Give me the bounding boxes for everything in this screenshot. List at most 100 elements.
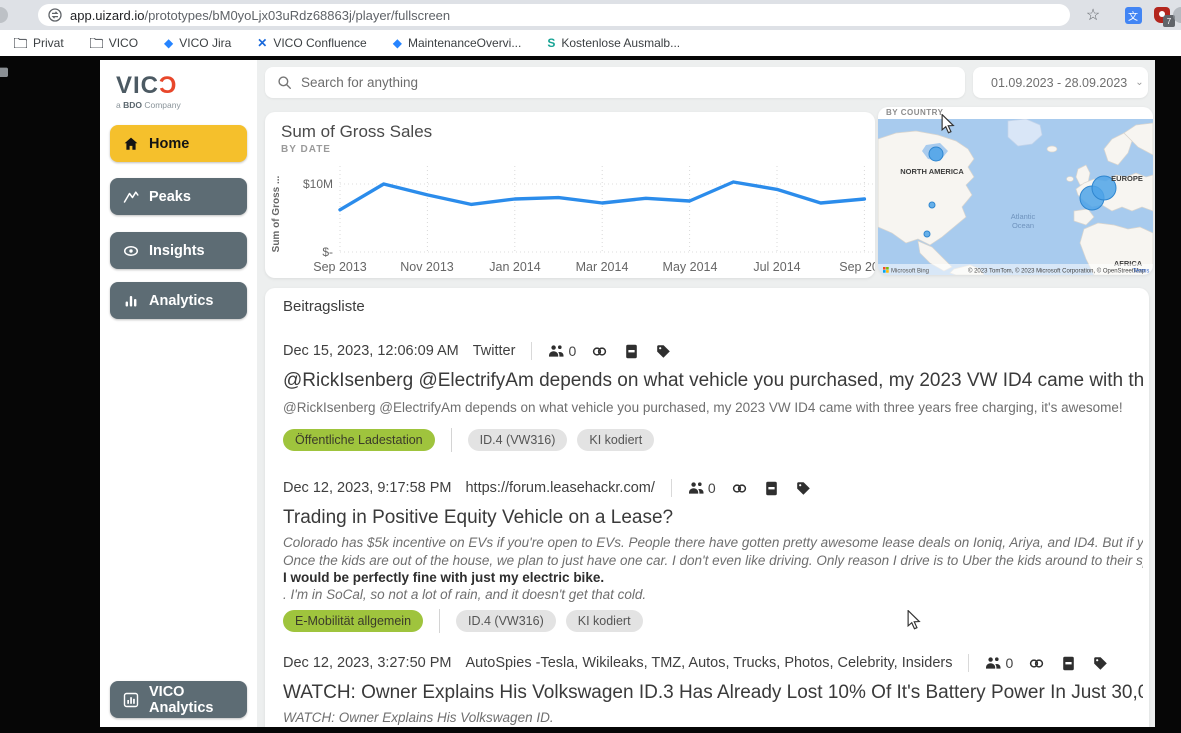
link-icon[interactable]: [731, 480, 748, 497]
reach-count: 0: [708, 478, 716, 498]
xtick: Jul 2014: [753, 260, 800, 274]
post-body-line: I would be perfectly fine with just my e…: [283, 569, 1143, 586]
date-range-picker[interactable]: 01.09.2023 - 28.09.2023 ⌄: [973, 67, 1148, 98]
book-icon[interactable]: [1060, 655, 1077, 672]
link-icon[interactable]: [591, 343, 608, 360]
post-source[interactable]: Twitter: [473, 341, 516, 361]
post-item: Dec 15, 2023, 12:06:09 AM Twitter 0 @Ric…: [283, 341, 1143, 452]
tag-icon[interactable]: [795, 480, 812, 497]
sidebar-item-analytics[interactable]: Analytics: [110, 282, 247, 319]
users-icon: [548, 343, 565, 360]
post-title[interactable]: @RickIsenberg @ElectrifyAm depends on wh…: [283, 369, 1143, 393]
map-terms-link[interactable]: Terms: [1133, 269, 1149, 275]
map-region-label: NORTH AMERICA: [900, 167, 964, 176]
svg-text:Microsoft Bing: Microsoft Bing: [891, 269, 929, 275]
bookmark-maintenance-overview[interactable]: ◆ MaintenanceOvervi...: [393, 36, 522, 50]
map-bubble-canada[interactable]: [929, 147, 943, 161]
analytics-board-icon: [123, 692, 139, 708]
map-bubble-united-states[interactable]: [929, 202, 935, 208]
post-title[interactable]: Trading in Positive Equity Vehicle on a …: [283, 506, 1143, 530]
bookmark-vico-confluence[interactable]: ✕ VICO Confluence: [257, 36, 366, 50]
search-bar: [265, 67, 965, 98]
tag-pill[interactable]: ID.4 (VW316): [468, 429, 568, 451]
post-list-card: Beitragsliste Dec 15, 2023, 12:06:09 AM …: [265, 288, 1149, 727]
peaks-icon: [123, 189, 139, 205]
screen: app.uizard.io/prototypes/bM0yoLjx03uRdz6…: [0, 0, 1181, 733]
post-source[interactable]: AutoSpies -Tesla, Wikileaks, TMZ, Autos,…: [465, 653, 952, 673]
users-icon: [688, 480, 705, 497]
reach-indicator: 0: [548, 341, 576, 361]
map-attribution: © 2023 TomTom, © 2023 Microsoft Corporat…: [968, 268, 1146, 275]
tag-icon[interactable]: [655, 343, 672, 360]
sidebar-item-home[interactable]: Home: [110, 125, 247, 162]
ocean-label: Atlantic: [1011, 212, 1036, 221]
map-label: BY COUNTRY: [886, 108, 943, 117]
reach-count: 0: [568, 341, 576, 361]
tag-icon[interactable]: [1092, 655, 1109, 672]
country-map[interactable]: BY COUNTRY: [878, 107, 1153, 275]
post-title[interactable]: WATCH: Owner Explains His Volkswagen ID.…: [283, 681, 1143, 705]
xtick: Mar 2014: [576, 260, 629, 274]
eye-icon: [123, 243, 139, 259]
bookmark-star-icon[interactable]: ☆: [1083, 5, 1103, 25]
address-bar[interactable]: app.uizard.io/prototypes/bM0yoLjx03uRdz6…: [38, 4, 1070, 26]
post-body-line: . I'm in SoCal, so not a lot of rain, an…: [283, 586, 1143, 603]
chart-title: Sum of Gross Sales: [281, 122, 432, 142]
map-bubble-mexico[interactable]: [924, 231, 930, 237]
link-icon[interactable]: [1028, 655, 1045, 672]
extension-icon[interactable]: 7: [1152, 5, 1172, 25]
book-icon[interactable]: [763, 480, 780, 497]
tag-pill[interactable]: KI kodiert: [566, 610, 643, 632]
ylabel: Sum of Gross ...: [271, 175, 282, 252]
post-tags: Öffentliche Ladestation ID.4 (VW316) KI …: [283, 428, 1143, 452]
xtick: Jan 2014: [489, 260, 540, 274]
post-date: Dec 12, 2023, 9:17:58 PM: [283, 478, 451, 498]
divider: [968, 654, 969, 672]
reach-count: 0: [1005, 653, 1013, 673]
sidebar-item-peaks[interactable]: Peaks: [110, 178, 247, 215]
post-source[interactable]: https://forum.leasehackr.com/: [465, 478, 654, 498]
xtick: Sep 2013: [313, 260, 367, 274]
post-body-line: WATCH: Owner Explains His Volkswagen ID.: [283, 709, 1143, 726]
bookmark-vico-jira[interactable]: ◆ VICO Jira: [164, 36, 231, 50]
post-date: Dec 15, 2023, 12:06:09 AM: [283, 341, 459, 361]
translate-extension-icon[interactable]: 文: [1123, 5, 1143, 25]
tag-pill[interactable]: KI kodiert: [577, 429, 654, 451]
tag-pill-green[interactable]: E-Mobilität allgemein: [283, 610, 423, 632]
bookmark-vico[interactable]: VICO: [90, 36, 138, 50]
folder-icon: [90, 38, 103, 48]
url-text: app.uizard.io/prototypes/bM0yoLjx03uRdz6…: [70, 8, 450, 23]
bookmark-kostenlose[interactable]: S Kostenlose Ausmalb...: [547, 36, 680, 50]
sidebar-item-vico-analytics[interactable]: VICO Analytics: [110, 681, 247, 718]
post-meta: Dec 12, 2023, 3:27:50 PM AutoSpies -Tesl…: [283, 653, 1143, 673]
ocean-label: Ocean: [1012, 221, 1034, 230]
ytick-0: $-: [322, 245, 333, 259]
tag-pill[interactable]: ID.4 (VW316): [456, 610, 556, 632]
post-item: Dec 12, 2023, 9:17:58 PM https://forum.l…: [283, 478, 1143, 633]
vico-logo: VICƆ a BDO Company: [116, 74, 181, 110]
sidebar-item-insights[interactable]: Insights: [110, 232, 247, 269]
browser-toolbar: app.uizard.io/prototypes/bM0yoLjx03uRdz6…: [0, 0, 1181, 30]
tag-pill-green[interactable]: Öffentliche Ladestation: [283, 429, 435, 451]
search-input[interactable]: [301, 75, 953, 90]
jira-diamond-icon: ◆: [393, 37, 402, 49]
bar-chart-icon: [123, 293, 139, 309]
chevron-down-icon: ⌄: [1135, 77, 1143, 88]
divider: [531, 342, 532, 360]
xtick: Nov 2013: [400, 260, 454, 274]
confluence-x-icon: ✕: [257, 37, 267, 49]
s-icon: S: [547, 37, 555, 49]
folder-icon: [14, 38, 27, 48]
divider: [671, 479, 672, 497]
post-tags: E-Mobilität allgemein ID.4 (VW316) KI ko…: [283, 609, 1143, 633]
map-region-label: EUROPE: [1111, 174, 1143, 183]
book-icon[interactable]: [623, 343, 640, 360]
world-map[interactable]: NORTH AMERICA EUROPE AFRICA Atlantic Oce…: [878, 119, 1153, 275]
xtick: May 2014: [663, 260, 718, 274]
bookmark-privat[interactable]: Privat: [14, 36, 64, 50]
post-body-line: Colorado has $5k incentive on EVs if you…: [283, 534, 1143, 551]
post-item: Dec 12, 2023, 3:27:50 PM AutoSpies -Tesl…: [283, 653, 1143, 727]
site-info-icon[interactable]: [48, 8, 62, 22]
ytick-10m: $10M: [303, 177, 333, 191]
xtick: Sep 2014: [839, 260, 875, 274]
